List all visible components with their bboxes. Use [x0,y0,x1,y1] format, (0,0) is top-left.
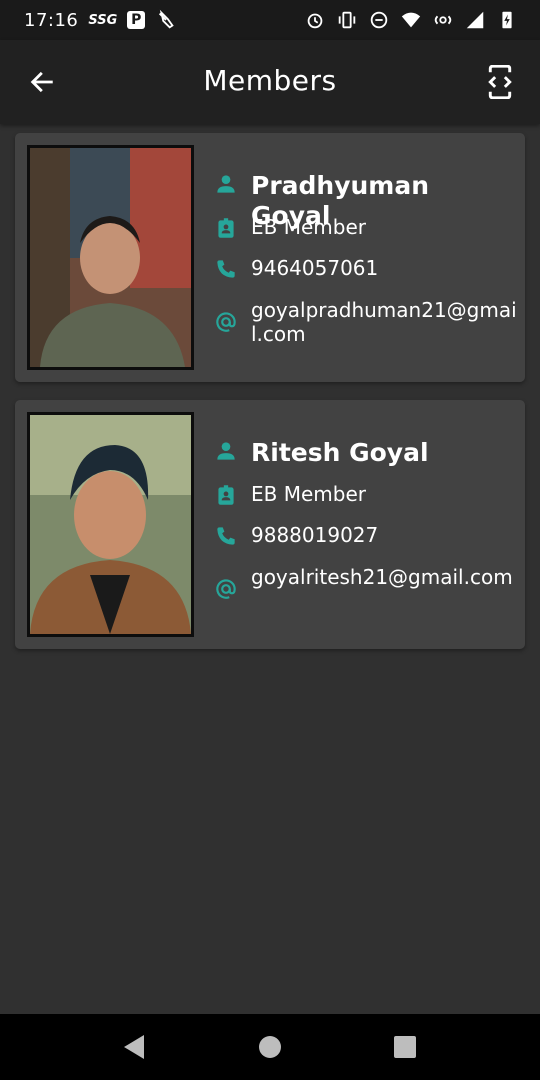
member-photo [27,412,194,637]
phone-icon [217,260,235,278]
page-title: Members [203,64,337,97]
p-badge: P [127,11,146,29]
wifi-icon [401,12,421,28]
battery-icon [502,11,512,29]
status-left: 17:16 SSG P [24,9,177,31]
badge-icon [218,485,234,505]
developer-mode-button[interactable] [480,62,520,102]
system-nav-bar [0,1014,540,1080]
email-row[interactable]: goyalritesh21@gmail.com [213,565,519,602]
app-bar: Members [0,40,540,124]
alarm-icon [307,13,323,29]
notification-icon [159,9,175,29]
status-right [304,9,518,31]
nav-recents-icon[interactable] [393,1034,417,1060]
member-card[interactable]: Pradhyuman Goyal EB Member 9464057061 go… [15,133,525,382]
role-row: EB Member [213,215,366,241]
nav-home-icon[interactable] [258,1034,282,1060]
carrier-badge: SSG [88,12,118,28]
member-name: Ritesh Goyal [251,438,429,467]
at-sign-icon [216,312,236,332]
member-email: goyalpradhuman21@gmail.com [251,298,517,346]
member-role: EB Member [251,482,366,506]
photo-placeholder [30,415,191,634]
status-time: 17:16 [24,9,79,31]
vibrate-icon [338,11,356,29]
developer-mode-icon [488,65,512,99]
email-row[interactable]: goyalpradhuman21@gmail.com [213,298,519,346]
hotspot-icon [434,15,452,25]
member-email: goyalritesh21@gmail.com [251,565,513,589]
member-phone: 9464057061 [251,256,379,280]
signal-icon [466,11,484,29]
nav-back-icon[interactable] [122,1034,146,1060]
status-bar: 17:16 SSG P [0,0,540,40]
dnd-icon [370,11,388,29]
phone-row[interactable]: 9464057061 [213,256,378,282]
at-sign-icon [216,579,236,599]
badge-icon [218,218,234,238]
member-photo [27,145,194,370]
member-phone: 9888019027 [251,523,379,547]
member-role: EB Member [251,215,366,239]
person-icon [217,175,235,193]
person-icon [217,442,235,460]
role-row: EB Member [213,482,366,508]
phone-row[interactable]: 9888019027 [213,523,378,549]
photo-placeholder [30,148,191,367]
phone-icon [217,527,235,545]
name-row: Ritesh Goyal [213,438,429,468]
member-card[interactable]: Ritesh Goyal EB Member 9888019027 goyalr… [15,400,525,649]
